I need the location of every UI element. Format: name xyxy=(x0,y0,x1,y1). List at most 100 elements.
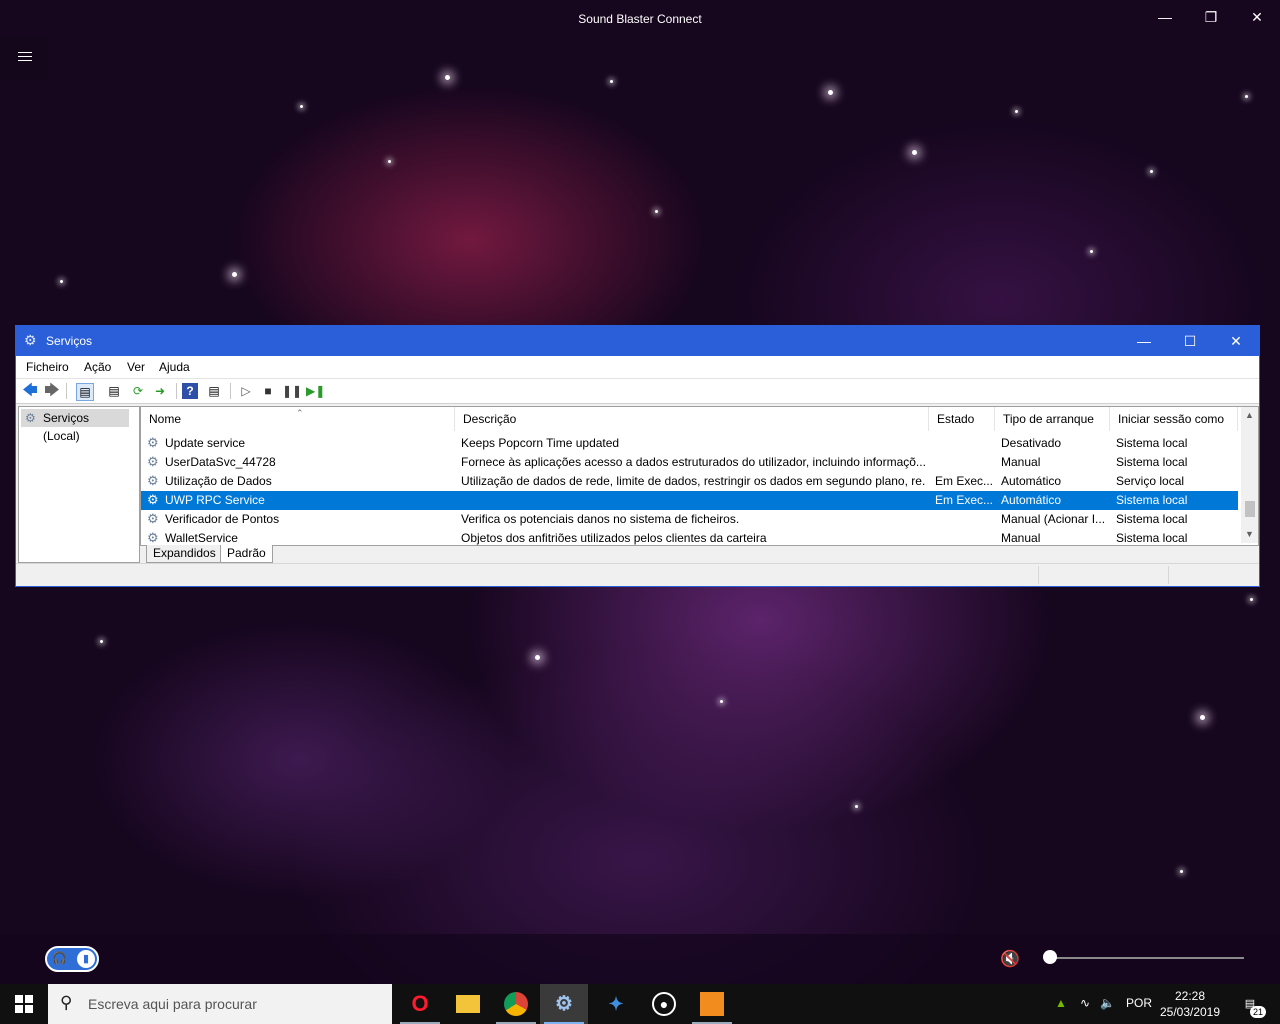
column-header-estado[interactable]: Estado xyxy=(929,407,995,431)
nvidia-icon[interactable]: ▲ xyxy=(1055,996,1067,1010)
restart-service-icon[interactable]: ▶❚ xyxy=(306,383,325,399)
volume-slider[interactable] xyxy=(1050,957,1244,959)
scroll-up-icon[interactable]: ▲ xyxy=(1241,407,1258,424)
services-minimize-button[interactable]: — xyxy=(1121,326,1167,356)
star xyxy=(232,272,237,277)
taskbar-app-steam[interactable]: ● xyxy=(640,984,688,1024)
speaker-icon[interactable]: 🔈 xyxy=(1100,996,1115,1010)
star xyxy=(912,150,917,155)
menu-acao[interactable]: Ação xyxy=(84,360,111,374)
taskbar-app-sound-blaster[interactable] xyxy=(688,984,736,1024)
menu-ficheiro[interactable]: Ficheiro xyxy=(26,360,69,374)
back-arrow-icon[interactable]: 🡄 xyxy=(22,383,38,399)
taskbar-search-box[interactable]: ⚲ Escreva aqui para procurar xyxy=(48,984,392,1024)
forward-arrow-icon[interactable]: 🡆 xyxy=(44,383,60,399)
cell-description: Objetos dos anfitriões utilizados pelos … xyxy=(461,531,767,545)
sort-ascending-icon: ⌃ xyxy=(296,408,304,418)
cell-startup: Automático xyxy=(1001,493,1062,507)
minimize-icon: — xyxy=(1137,333,1151,349)
table-row-selected[interactable]: ⚙ UWP RPC Service Em Exec... Automático … xyxy=(141,491,1238,510)
column-header-nome[interactable]: ⌃ Nome xyxy=(141,407,455,431)
action-pane-icon[interactable]: ▤ xyxy=(206,383,222,399)
taskbar-app-services[interactable]: ⚙ xyxy=(540,984,588,1024)
start-button[interactable] xyxy=(0,984,48,1024)
star xyxy=(1150,170,1153,173)
help-icon[interactable]: ? xyxy=(182,383,198,399)
action-center-button[interactable]: ▤ 21 xyxy=(1238,992,1266,1018)
minimize-icon: — xyxy=(1158,9,1172,25)
service-gear-icon: ⚙ xyxy=(147,530,159,545)
column-header-tipo-de-arranque[interactable]: Tipo de arranque xyxy=(995,407,1110,431)
stop-service-icon[interactable]: ■ xyxy=(260,383,276,399)
cell-description: Utilização de dados de rede, limite de d… xyxy=(461,474,926,488)
cell-name: Update service xyxy=(165,436,246,450)
cell-startup: Manual (Acionar I... xyxy=(1001,512,1106,526)
scroll-down-icon[interactable]: ▼ xyxy=(1241,526,1258,543)
column-header-descricao[interactable]: Descrição xyxy=(455,407,929,431)
maximize-icon: ☐ xyxy=(1183,333,1197,349)
restore-button[interactable]: ❐ xyxy=(1188,6,1234,30)
star xyxy=(610,80,613,83)
tree-item-services-local[interactable]: ⚙ Serviços (Local) xyxy=(21,409,129,443)
export-list-icon[interactable]: ➜ xyxy=(152,383,168,399)
services-maximize-button[interactable]: ☐ xyxy=(1167,326,1213,356)
taskbar-app-app[interactable]: ✦ xyxy=(592,984,640,1024)
hamburger-menu-button[interactable] xyxy=(0,36,48,80)
wifi-icon[interactable]: ∿ xyxy=(1080,996,1090,1010)
table-row[interactable]: ⚙ Update service Keeps Popcorn Time upda… xyxy=(141,434,1238,453)
column-header-label: Descrição xyxy=(463,412,517,426)
status-divider xyxy=(1038,566,1039,584)
taskbar: ⚲ Escreva aqui para procurar O ⚙ ✦ ● ▲ ∿… xyxy=(0,984,1280,1024)
steam-icon: ● xyxy=(652,992,676,1016)
hamburger-line xyxy=(18,60,32,61)
cell-name: Utilização de Dados xyxy=(165,474,272,488)
pause-service-icon[interactable]: ❚❚ xyxy=(282,383,302,399)
output-toggle[interactable]: 🎧 ▮ xyxy=(45,946,99,972)
taskbar-app-chrome[interactable] xyxy=(492,984,540,1024)
menu-ajuda[interactable]: Ajuda xyxy=(159,360,190,374)
volume-muted-icon[interactable]: 🔇 xyxy=(1000,949,1020,969)
star xyxy=(1250,598,1253,601)
scrollbar-thumb[interactable] xyxy=(1245,501,1255,517)
cell-startup: Desativado xyxy=(1001,436,1062,450)
refresh-icon[interactable]: ⟳ xyxy=(130,383,146,399)
minimize-button[interactable]: — xyxy=(1142,6,1188,30)
headphones-icon: 🎧 xyxy=(52,951,67,965)
vertical-scrollbar[interactable]: ▲ ▼ xyxy=(1241,407,1258,543)
tab-expandidos[interactable]: Expandidos xyxy=(146,545,223,563)
table-row[interactable]: ⚙ UserDataSvc_44728 Fornece às aplicaçõe… xyxy=(141,453,1238,472)
taskbar-app-opera[interactable]: O xyxy=(396,984,444,1024)
cell-description: Keeps Popcorn Time updated xyxy=(461,436,620,450)
hamburger-line xyxy=(18,56,32,57)
column-header-iniciar-sessao-como[interactable]: Iniciar sessão como xyxy=(1110,407,1238,431)
clock[interactable]: 22:28 25/03/2019 xyxy=(1155,988,1225,1020)
show-hide-console-tree-icon[interactable]: ▤ xyxy=(76,383,94,401)
cell-logon: Sistema local xyxy=(1116,455,1188,469)
cell-logon: Sistema local xyxy=(1116,436,1188,450)
table-row[interactable]: ⚙ Verificador de Pontos Verifica os pote… xyxy=(141,510,1238,529)
restore-icon: ❐ xyxy=(1204,9,1218,25)
close-icon: ✕ xyxy=(1251,9,1263,25)
language-indicator[interactable]: POR xyxy=(1126,996,1152,1010)
sound-blaster-icon xyxy=(700,992,724,1016)
taskbar-app-file-explorer[interactable] xyxy=(444,984,492,1024)
tab-label: Padrão xyxy=(227,546,266,560)
services-titlebar[interactable]: ⚙ Serviços — ☐ ✕ xyxy=(16,326,1259,356)
column-header-label: Iniciar sessão como xyxy=(1118,412,1225,426)
services-gear-icon: ⚙ xyxy=(25,411,36,425)
table-row[interactable]: ⚙ WalletService Objetos dos anfitriões u… xyxy=(141,529,1238,546)
properties-icon[interactable]: ▤ xyxy=(106,383,122,399)
close-button[interactable]: ✕ xyxy=(1234,6,1280,30)
hamburger-menu-icon xyxy=(18,52,32,53)
volume-slider-thumb[interactable] xyxy=(1043,950,1057,964)
start-service-icon[interactable]: ▷ xyxy=(238,383,254,399)
tab-padrao[interactable]: Padrão xyxy=(220,545,273,563)
clock-date: 25/03/2019 xyxy=(1159,1005,1221,1019)
menu-ver[interactable]: Ver xyxy=(127,360,145,374)
star xyxy=(535,655,540,660)
table-row[interactable]: ⚙ Utilização de Dados Utilização de dado… xyxy=(141,472,1238,491)
chrome-icon xyxy=(504,992,528,1016)
services-list: ⌃ Nome Descrição Estado Tipo de arranque… xyxy=(140,406,1259,546)
star xyxy=(655,210,658,213)
services-close-button[interactable]: ✕ xyxy=(1213,326,1259,356)
